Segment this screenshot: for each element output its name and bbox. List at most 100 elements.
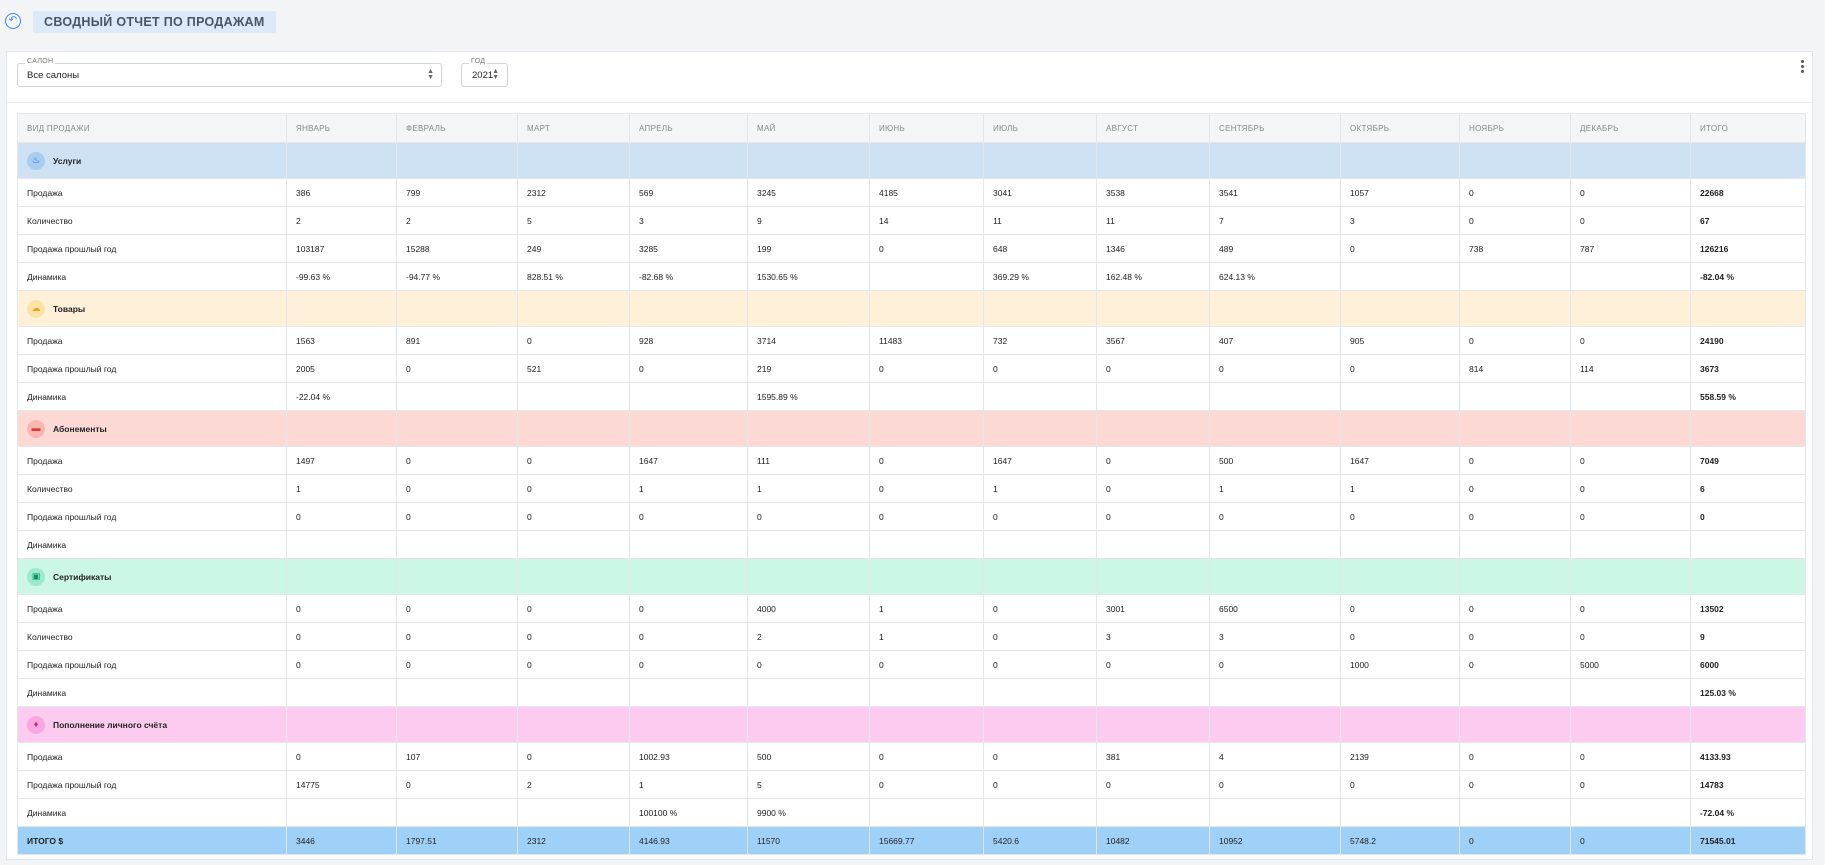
table-cell: 3041 <box>983 178 1097 207</box>
group-empty-cell <box>629 558 748 595</box>
row-total-cell: 9 <box>1690 622 1806 651</box>
table-cell: 5 <box>747 770 870 799</box>
group-empty-cell <box>1459 558 1571 595</box>
table-cell: 199 <box>747 234 870 263</box>
group-name: Пополнение личного счёта <box>53 719 168 730</box>
table-cell: 1595.89 % <box>747 382 870 411</box>
table-cell: 114 <box>1570 354 1691 383</box>
table-cell <box>286 678 397 707</box>
salon-select[interactable]: САЛОН Все салоны ▲ ▼ <box>17 58 442 87</box>
grand-total-cell: 0 <box>1570 826 1691 855</box>
table-cell <box>396 382 518 411</box>
grand-total-cell: 5748.2 <box>1340 826 1460 855</box>
table-cell <box>1096 382 1210 411</box>
column-header: ДЕКАБРЬ <box>1570 113 1691 143</box>
table-cell: 107 <box>396 742 518 771</box>
row-total-cell: 13502 <box>1690 594 1806 623</box>
group-empty-cell <box>629 706 748 743</box>
year-select[interactable]: ГОД 2021 ▲ ▼ <box>461 58 508 87</box>
table-cell: 0 <box>517 326 630 355</box>
group-empty-cell <box>1096 410 1210 447</box>
table-cell: 0 <box>747 650 870 679</box>
group-empty-cell <box>1096 706 1210 743</box>
table-cell: 0 <box>286 742 397 771</box>
table-row: Продажа прошлый год 0 0 0 0 0 0 0 0 0 1000 0 5000 600… <box>17 650 1806 679</box>
flame-icon: ♨ <box>27 151 45 170</box>
group-empty-cell <box>1340 410 1460 447</box>
table-cell: 0 <box>1570 446 1691 475</box>
group-empty-cell <box>517 706 630 743</box>
group-empty-cell <box>1459 290 1571 327</box>
table-cell: 1002.93 <box>629 742 748 771</box>
row-total-cell: 24190 <box>1690 326 1806 355</box>
table-cell: 0 <box>1096 354 1210 383</box>
table-cell <box>869 530 984 559</box>
group-empty-cell <box>869 558 984 595</box>
page-title: СВОДНЫЙ ОТЧЕТ ПО ПРОДАЖАМ <box>33 11 276 33</box>
group-empty-cell <box>1690 706 1806 743</box>
table-cell: -82.68 % <box>629 262 748 291</box>
group-empty-cell <box>983 410 1097 447</box>
table-cell: -94.77 % <box>396 262 518 291</box>
table-cell: 0 <box>1096 502 1210 531</box>
table-row: Количество 0 0 0 0 2 1 0 3 3 0 0 0 9 <box>17 622 1806 651</box>
group-row-goods: ☁ Товары <box>17 290 1806 327</box>
table-cell: 521 <box>517 354 630 383</box>
table-cell: 3285 <box>629 234 748 263</box>
table-cell: 0 <box>517 502 630 531</box>
more-vertical-icon[interactable] <box>1798 60 1806 75</box>
back-arrow-icon[interactable]: ↶ <box>5 13 21 29</box>
table-cell <box>1340 530 1460 559</box>
table-cell: 0 <box>629 354 748 383</box>
column-header: ВИД ПРОДАЖИ <box>17 113 287 143</box>
table-cell: 1497 <box>286 446 397 475</box>
table-cell: 11483 <box>869 326 984 355</box>
table-cell: 7 <box>1209 206 1341 235</box>
row-label: Продажа <box>17 178 287 207</box>
table-cell: 15288 <box>396 234 518 263</box>
row-total-cell: 14783 <box>1690 770 1806 799</box>
table-cell: 0 <box>517 594 630 623</box>
group-empty-cell <box>396 290 518 327</box>
group-empty-cell <box>1459 410 1571 447</box>
grand-total-cell: 15669.77 <box>869 826 984 855</box>
table-cell: 0 <box>1459 742 1571 771</box>
table-cell: 0 <box>1459 206 1571 235</box>
table-cell: 0 <box>1096 446 1210 475</box>
table-row: Динамика <box>17 530 1806 559</box>
group-empty-cell <box>1340 290 1460 327</box>
table-cell <box>1340 262 1460 291</box>
table-cell: 0 <box>869 742 984 771</box>
row-total-cell: 0 <box>1690 502 1806 531</box>
table-cell: 0 <box>1209 770 1341 799</box>
row-label: Продажа прошлый год <box>17 650 287 679</box>
table-cell: 0 <box>286 622 397 651</box>
column-header: НОЯБРЬ <box>1459 113 1571 143</box>
table-cell: 0 <box>1096 650 1210 679</box>
table-row: Продажа 0 0 0 0 4000 1 0 3001 6500 0 0 0 13502 <box>17 594 1806 623</box>
row-label: Продажа прошлый год <box>17 354 287 383</box>
table-cell: 1647 <box>629 446 748 475</box>
table-cell: 4185 <box>869 178 984 207</box>
table-row: Продажа прошлый год 2005 0 521 0 219 0 0 0 0 0 814 1… <box>17 354 1806 383</box>
table-cell: 0 <box>869 354 984 383</box>
table-cell: 0 <box>1340 502 1460 531</box>
table-cell: 814 <box>1459 354 1571 383</box>
group-empty-cell <box>747 706 870 743</box>
table-cell <box>983 678 1097 707</box>
table-cell: 0 <box>396 650 518 679</box>
group-empty-cell <box>983 142 1097 179</box>
table-cell: 3 <box>629 206 748 235</box>
group-empty-cell <box>983 706 1097 743</box>
row-total-cell: 6 <box>1690 474 1806 503</box>
grand-total-cell: 1797.51 <box>396 826 518 855</box>
table-cell: 2312 <box>517 178 630 207</box>
table-cell: 9900 % <box>747 798 870 827</box>
group-label-cell: ♦ Пополнение личного счёта <box>17 706 287 743</box>
group-empty-cell <box>747 290 870 327</box>
table-cell: 4 <box>1209 742 1341 771</box>
group-empty-cell <box>747 410 870 447</box>
group-empty-cell <box>1096 142 1210 179</box>
table-cell <box>1459 262 1571 291</box>
table-cell <box>869 798 984 827</box>
